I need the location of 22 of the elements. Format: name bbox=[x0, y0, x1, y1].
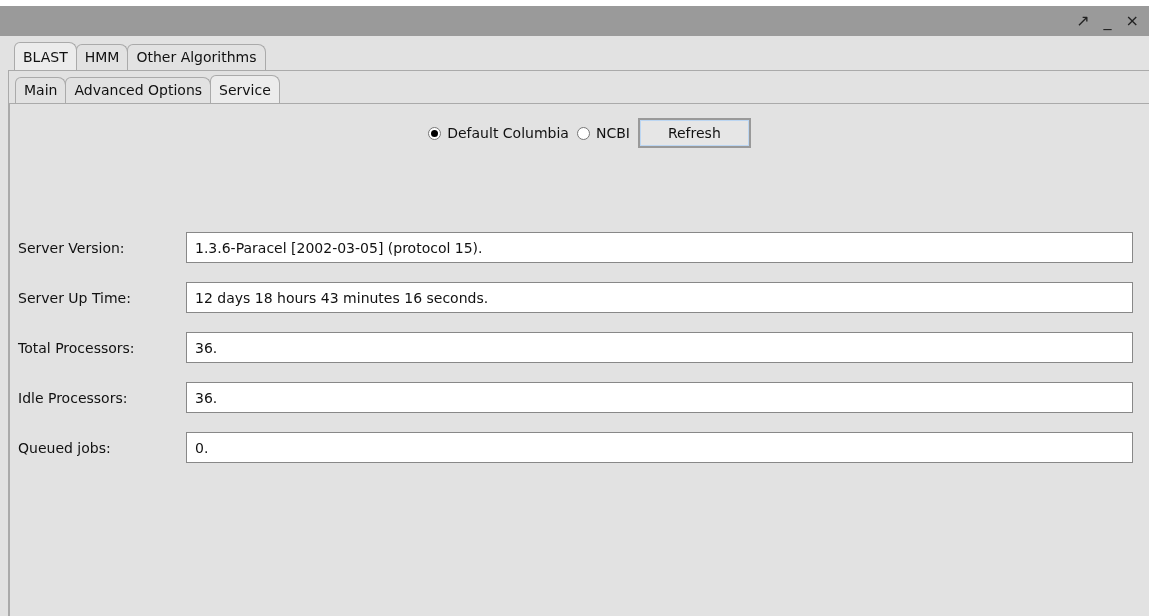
refresh-button[interactable]: Refresh bbox=[637, 118, 751, 148]
tab[interactable]: Other Algorithms bbox=[127, 44, 266, 70]
field-label: Total Processors: bbox=[18, 339, 136, 356]
input-field[interactable]: 0. bbox=[186, 432, 1133, 463]
tab[interactable]: Service bbox=[210, 75, 280, 103]
field-label: Server Up Time: bbox=[18, 289, 132, 306]
window-control-button[interactable]: ↗ bbox=[1074, 13, 1092, 29]
field-label: Idle Processors: bbox=[18, 389, 129, 406]
input-field[interactable]: 36. bbox=[186, 382, 1133, 413]
field-label: Queued jobs: bbox=[18, 439, 112, 456]
input-field[interactable]: 12 days 18 hours 43 minutes 16 seconds. bbox=[186, 282, 1133, 313]
input-field[interactable]: 1.3.6-Paracel [2002-03-05] (protocol 15). bbox=[186, 232, 1133, 263]
radio-label: NCBI bbox=[595, 125, 630, 141]
window-control-button[interactable]: _ bbox=[1101, 13, 1114, 29]
radio-icon[interactable] bbox=[428, 126, 442, 140]
tab[interactable]: BLAST bbox=[14, 42, 77, 70]
tab[interactable]: Main bbox=[15, 77, 67, 103]
radio-icon[interactable] bbox=[576, 126, 590, 140]
radio-option[interactable]: NCBI bbox=[576, 125, 630, 141]
window-control-button[interactable]: × bbox=[1123, 13, 1141, 29]
input-field[interactable]: 36. bbox=[186, 332, 1133, 363]
field-label: Server Version: bbox=[18, 239, 126, 256]
